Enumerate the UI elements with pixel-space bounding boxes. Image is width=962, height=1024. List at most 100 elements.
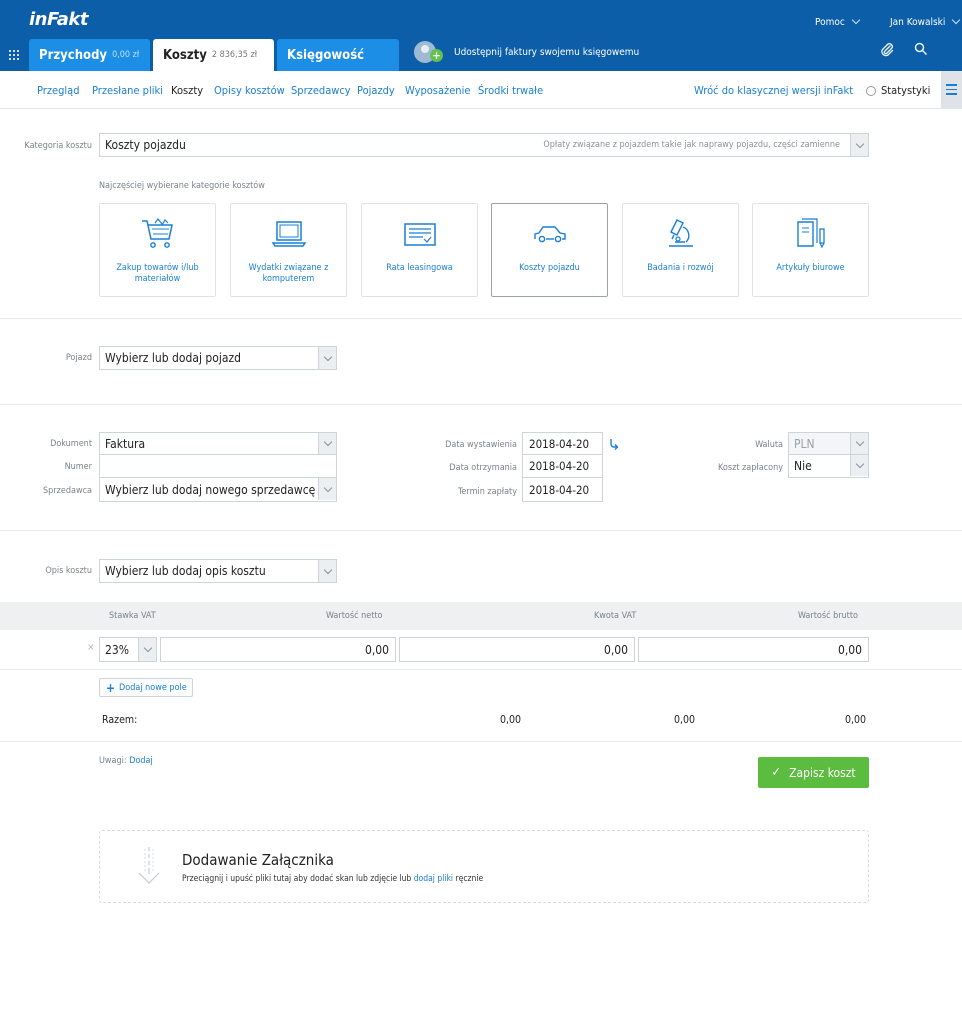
receive-date-label: Data otrzymania [449, 463, 517, 473]
infakt-logo[interactable]: inFakt [29, 9, 88, 30]
number-input[interactable] [99, 455, 337, 478]
add-files-link[interactable]: dodaj pliki [414, 874, 453, 884]
number-label: Numer [64, 462, 92, 472]
category-card-zakup-towarow[interactable]: Zakup towarów i/lub materiałów [99, 203, 216, 297]
category-card-komputer[interactable]: Wydatki związane z komputerem [230, 203, 347, 297]
category-hint: Opłaty związane z pojazdem takie jak nap… [543, 140, 840, 150]
currency-label: Waluta [755, 440, 783, 450]
vat-amount-input[interactable]: 0,00 [399, 637, 635, 662]
seller-value: Wybierz lub dodaj nowego sprzedawcę [105, 482, 316, 497]
laptop-icon [271, 221, 306, 247]
notes-add-link[interactable]: Dodaj [129, 756, 153, 766]
divider [0, 404, 962, 405]
category-select[interactable]: Koszty pojazdu Opłaty związane z pojazde… [99, 133, 869, 157]
share-with-accountant[interactable]: + Udostępnij faktury swojemu księgowemu [414, 40, 639, 64]
subnav-pojazdy[interactable]: Pojazdy [357, 84, 395, 97]
category-card-label: Badania i rozwój [647, 263, 714, 273]
paperclip-icon[interactable] [879, 42, 895, 58]
chevron-down-icon [851, 15, 861, 25]
sub-navigation: Przegląd Przesłane pliki Koszty Opisy ko… [0, 71, 962, 109]
attachment-instructions: Przeciągnij i upuść pliki tutaj aby doda… [182, 874, 483, 884]
category-card-koszty-pojazdu[interactable]: Koszty pojazdu [491, 203, 608, 297]
description-value: Wybierz lub dodaj opis kosztu [105, 564, 266, 578]
category-label: Kategoria kosztu [24, 141, 92, 151]
subnav-wyposazenie[interactable]: Wyposażenie [405, 84, 470, 97]
vehicle-select[interactable]: Wybierz lub dodaj pojazd [99, 346, 337, 370]
car-icon [533, 226, 566, 243]
tab-koszty[interactable]: Koszty 2 836,35 zł [153, 39, 274, 71]
net-value-input[interactable]: 0,00 [160, 637, 396, 662]
subnav-sprzedawcy[interactable]: Sprzedawcy [291, 84, 351, 97]
subnav-przeslane-pliki[interactable]: Przesłane pliki [92, 84, 163, 97]
subnav-przeglad[interactable]: Przegląd [37, 84, 80, 97]
tab-amount: 2 836,35 zł [211, 50, 258, 60]
seller-select[interactable]: Wybierz lub dodaj nowego sprzedawcę [99, 478, 337, 502]
subnav-koszty[interactable]: Koszty [171, 84, 203, 97]
shopping-cart-icon [141, 218, 173, 248]
tab-label: Przychody [39, 47, 108, 63]
divider [0, 318, 962, 319]
subnav-srodki-trwale[interactable]: Środki trwałe [478, 84, 543, 97]
microscope-icon [668, 219, 693, 247]
tab-przychody[interactable]: Przychody 0,00 zł [29, 39, 150, 71]
chevron-down-icon [318, 478, 336, 500]
notes-label: Uwagi: [99, 756, 127, 766]
add-field-label: Dodaj nowe pole [119, 682, 187, 693]
document-type-value: Faktura [105, 436, 146, 451]
notes-row: Uwagi: Dodaj [99, 756, 153, 766]
hamburger-menu-icon[interactable] [941, 71, 962, 108]
vehicle-label: Pojazd [65, 353, 92, 363]
user-menu[interactable]: Jan Kowalski [890, 15, 961, 28]
classic-version-link[interactable]: Wróć do klasycznej wersji inFakt [694, 84, 853, 97]
divider [0, 669, 962, 670]
subnav-opisy-kosztow[interactable]: Opisy kosztów [214, 84, 285, 97]
vat-table-header: Stawka VAT Wartość netto Kwota VAT Warto… [0, 602, 962, 630]
frequent-categories-label: Najczęściej wybierane kategorie kosztów [99, 181, 265, 191]
user-name: Jan Kowalski [890, 17, 946, 28]
leasing-document-icon [403, 223, 436, 246]
chevron-down-icon [138, 638, 156, 661]
add-new-field-button[interactable]: + Dodaj nowe pole [99, 678, 193, 697]
seller-label: Sprzedawca [43, 486, 92, 496]
office-supplies-icon [796, 218, 825, 249]
category-card-label: Zakup towarów i/lub materiałów [116, 263, 199, 284]
gross-value-input[interactable]: 0,00 [638, 637, 869, 662]
help-menu[interactable]: Pomoc [815, 15, 861, 28]
chevron-down-icon [850, 455, 868, 476]
copy-date-arrow-icon[interactable] [608, 438, 620, 450]
statistics-button[interactable]: Statystyki [866, 84, 930, 97]
tab-label: Księgowość [287, 47, 365, 63]
receive-date-input[interactable]: 2018-04-20 [522, 455, 603, 478]
tab-ksiegowosc[interactable]: Księgowość [277, 39, 399, 71]
issue-date-input[interactable]: 2018-04-20 [522, 432, 603, 455]
remove-row-icon[interactable]: × [87, 642, 95, 653]
category-card-artykuly-biurowe[interactable]: Artykuły biurowe [752, 203, 869, 297]
total-net: 0,00 [500, 714, 522, 726]
attachment-title: Dodawanie Załącznika [182, 851, 334, 869]
paid-select[interactable]: Nie [788, 455, 869, 478]
category-card-badania[interactable]: Badania i rozwój [622, 203, 739, 297]
vat-rate-select[interactable]: 23% [99, 637, 157, 662]
attachment-text-after: ręcznie [455, 874, 484, 884]
save-cost-label: Zapisz koszt [789, 765, 856, 780]
description-select[interactable]: Wybierz lub dodaj opis kosztu [99, 559, 337, 583]
attachment-dropzone[interactable]: Dodawanie Załącznika Przeciągnij i upuść… [99, 830, 869, 903]
paid-label: Koszt zapłacony [718, 463, 783, 473]
currency-select[interactable]: PLN [788, 432, 869, 455]
document-type-select[interactable]: Faktura [99, 432, 337, 455]
due-date-input[interactable]: 2018-04-20 [522, 478, 603, 502]
total-gross: 0,00 [845, 714, 867, 726]
apps-grid-icon[interactable] [9, 50, 19, 60]
save-cost-button[interactable]: ✓ Zapisz koszt [758, 757, 869, 788]
category-card-leasing[interactable]: Rata leasingowa [361, 203, 478, 297]
search-icon[interactable] [914, 42, 928, 56]
download-arrow-icon [138, 847, 160, 884]
document-type-label: Dokument [50, 439, 92, 449]
divider [0, 741, 962, 742]
vehicle-value: Wybierz lub dodaj pojazd [105, 351, 241, 365]
check-icon: ✓ [771, 765, 782, 780]
chevron-down-icon [318, 560, 336, 582]
category-card-label: Koszty pojazdu [519, 263, 580, 273]
vat-rate-value: 23% [105, 642, 129, 657]
share-label: Udostępnij faktury swojemu księgowemu [454, 46, 640, 58]
